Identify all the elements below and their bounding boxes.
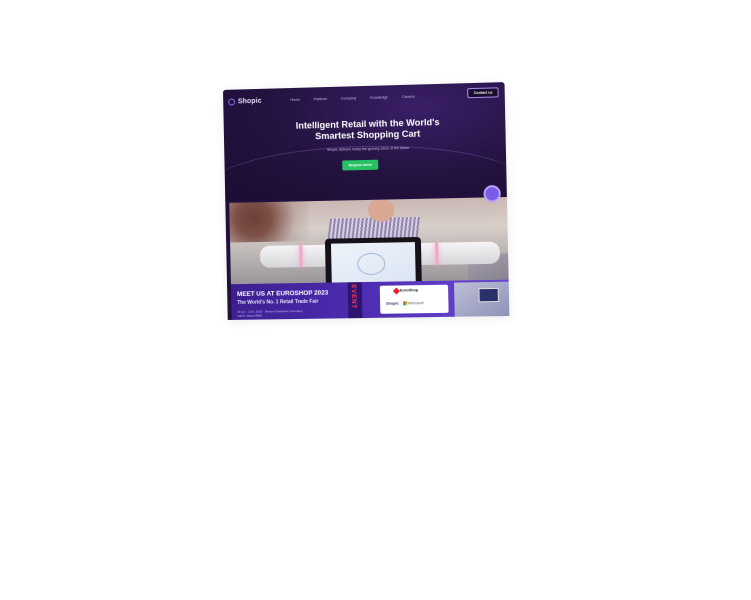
nav-link-home[interactable]: Home xyxy=(290,98,300,102)
top-navigation: Shopic Home Platform Company Knowledge C… xyxy=(223,82,505,112)
event-label: EVENT xyxy=(350,284,357,309)
hero-section: Shopic Home Platform Company Knowledge C… xyxy=(223,82,507,201)
nav-link-knowledge[interactable]: Knowledge xyxy=(370,95,388,99)
laptop-icon xyxy=(478,288,499,302)
nav-link-company[interactable]: Company xyxy=(341,96,356,100)
photo-cart-light-right xyxy=(435,243,438,265)
nav-links: Home Platform Company Knowledge Careers xyxy=(290,95,415,102)
photo-plant xyxy=(229,201,309,242)
page-canvas: Shopic Home Platform Company Knowledge C… xyxy=(0,0,751,600)
hero-title: Intelligent Retail with the World's Smar… xyxy=(263,116,473,142)
banner-devices-image xyxy=(454,282,509,317)
website-screenshot: Shopic Home Platform Company Knowledge C… xyxy=(223,82,509,320)
euroshop-logo: EuroShop xyxy=(400,288,418,292)
nav-link-platform[interactable]: Platform xyxy=(314,97,327,101)
contact-us-button[interactable]: Contact us xyxy=(468,87,499,98)
logo-icon xyxy=(228,99,235,106)
request-demo-button[interactable]: Request demo xyxy=(342,160,378,171)
partner-logos-box: EuroShop Shopic Microsoft xyxy=(380,285,449,314)
nav-link-careers[interactable]: Careers xyxy=(402,95,415,99)
logo-text: Shopic xyxy=(238,98,262,106)
microsoft-partner-logo: Microsoft xyxy=(408,301,424,305)
shopic-partner-logo: Shopic xyxy=(386,302,399,306)
photo-screen-graphic xyxy=(357,253,385,275)
banner-info-line-2: Hall 6, Stand 6B56 xyxy=(237,313,302,318)
shopic-logo[interactable]: Shopic xyxy=(228,98,262,106)
euroshop-banner[interactable]: MEET US AT EUROSHOP 2023 The World's No.… xyxy=(231,280,509,320)
banner-title: MEET US AT EUROSHOP 2023 xyxy=(237,290,328,298)
microsoft-icon xyxy=(403,301,407,305)
photo-cart-light-left xyxy=(299,245,302,267)
banner-info: 26.02. - 2.03. 2023 · Messe Düsseldorf, … xyxy=(237,309,302,318)
banner-subtitle: The World's No. 1 Retail Trade Fair xyxy=(237,299,318,306)
